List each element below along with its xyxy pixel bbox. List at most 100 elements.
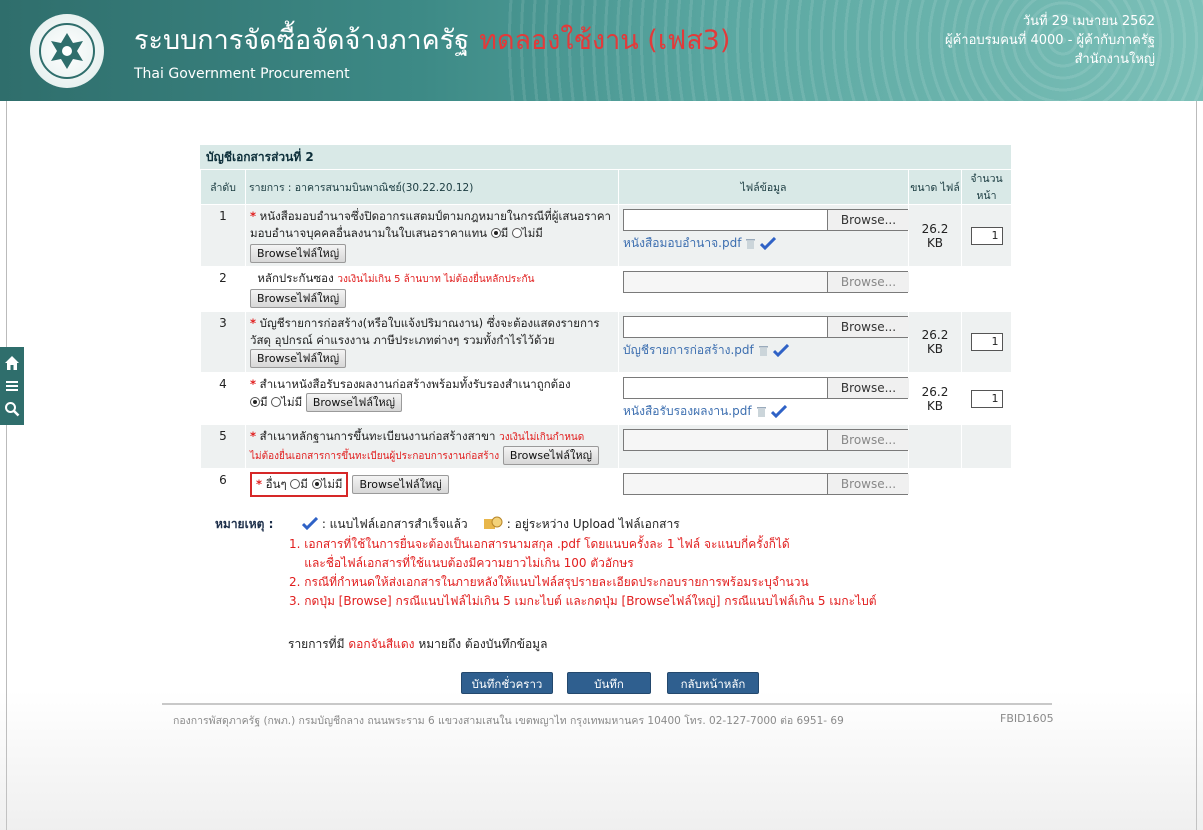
- required-star: *: [250, 429, 257, 443]
- page-count-input[interactable]: 1: [970, 226, 1003, 245]
- table-row: 2 หลักประกันซอง วงเงินไม่เกิน 5 ล้านบาท …: [200, 266, 1012, 312]
- system-subtitle: Thai Government Procurement: [134, 66, 350, 82]
- item-text: บัญชีรายการก่อสร้าง(หรือใบแจ้งปริมาณงาน)…: [250, 316, 600, 347]
- required-legend: รายการที่มี ดอกจันสีแดง หมายถึง ต้องบันท…: [288, 635, 547, 654]
- panel-title: บัญชีเอกสารส่วนที่ 2: [200, 145, 1011, 169]
- uploaded-file-link[interactable]: หนังสือรับรองผลงาน.pdf: [623, 402, 752, 421]
- note-line: 2. กรณีที่กำหนดให้ส่งเอกสารในภายหลังให้แ…: [289, 575, 809, 589]
- row-file: Browse... หนังสือรับรองผลงาน.pdf: [618, 372, 910, 425]
- delete-icon[interactable]: [745, 237, 756, 250]
- row-number: 2: [200, 266, 246, 312]
- save-button[interactable]: บันทึก: [567, 672, 651, 694]
- item-note: วงเงินไม่เกิน 5 ล้านบาท ไม่ต้องยื่นหลักป…: [337, 274, 535, 285]
- uploading-icon: [483, 516, 503, 529]
- column-header-file: ไฟล์ข้อมูล: [618, 169, 909, 205]
- radio-no-label: ไม่มี: [321, 477, 343, 491]
- note-line: และชื่อไฟล์เอกสารที่ใช้แนบต้องมีความยาวไ…: [289, 556, 634, 570]
- column-header-size: ขนาด ไฟล์: [908, 169, 962, 205]
- file-input[interactable]: Browse...: [623, 209, 910, 231]
- file-input[interactable]: Browse...: [623, 473, 910, 495]
- legend-done-text: : แนบไฟล์เอกสารสำเร็จแล้ว: [321, 517, 468, 531]
- browse-large-file-button[interactable]: Browseไฟล์ใหญ่: [502, 446, 599, 465]
- row-file: Browse... บัญชีรายการก่อสร้าง.pdf: [618, 311, 910, 373]
- required-legend-suffix: หมายถึง ต้องบันทึกข้อมูล: [418, 637, 548, 651]
- item-note: วงเงินไม่เกินกำหนด: [499, 432, 585, 443]
- page-count-cell: 1: [961, 311, 1012, 373]
- browse-large-file-button[interactable]: Browseไฟล์ใหญ่: [250, 289, 347, 308]
- table-row: 3 * บัญชีรายการก่อสร้าง(หรือใบแจ้งปริมาณ…: [200, 311, 1012, 373]
- delete-icon[interactable]: [758, 344, 769, 357]
- menu-icon[interactable]: [3, 377, 21, 395]
- required-star: *: [250, 209, 257, 223]
- document-panel: บัญชีเอกสารส่วนที่ 2 ลำดับ รายการ : อาคา…: [200, 145, 1012, 501]
- required-star: *: [250, 316, 257, 330]
- file-size: [908, 468, 962, 501]
- radio-yes[interactable]: [250, 397, 260, 407]
- radio-yes[interactable]: [490, 228, 501, 238]
- file-input[interactable]: Browse...: [623, 271, 910, 293]
- file-input[interactable]: Browse...: [623, 429, 910, 451]
- other-option-highlight: * อื่นๆ มี ไม่มี: [250, 472, 349, 497]
- row-number: 1: [200, 204, 246, 267]
- back-to-main-button[interactable]: กลับหน้าหลัก: [667, 672, 759, 694]
- browse-button[interactable]: Browse...: [827, 272, 909, 292]
- search-icon[interactable]: [3, 400, 21, 418]
- browse-button[interactable]: Browse...: [827, 378, 909, 398]
- row-item: หลักประกันซอง วงเงินไม่เกิน 5 ล้านบาท ไม…: [245, 266, 619, 312]
- radio-yes-label: มี: [500, 226, 509, 240]
- page-count-cell: [961, 424, 1012, 469]
- browse-button[interactable]: Browse...: [827, 317, 909, 337]
- check-icon: [301, 516, 319, 531]
- background-silhouette: [0, 690, 1203, 830]
- row-number: 6: [200, 468, 246, 501]
- legend-uploading-text: : อยู่ระหว่าง Upload ไฟล์เอกสาร: [506, 517, 680, 531]
- file-size: [908, 424, 962, 469]
- browse-large-file-button[interactable]: Browseไฟล์ใหญ่: [250, 244, 347, 263]
- home-icon[interactable]: [3, 354, 21, 372]
- row-file: Browse... หนังสือมอบอำนาจ.pdf: [618, 204, 910, 267]
- file-size: 26.2 KB: [908, 204, 962, 267]
- check-icon: [770, 405, 787, 418]
- uploaded-file-link[interactable]: บัญชีรายการก่อสร้าง.pdf: [623, 341, 754, 360]
- page-count-input[interactable]: 1: [970, 333, 1003, 351]
- item-text: หนังสือมอบอำนาจซึ่งปิดอากรแสตมป์ตามกฎหมา…: [250, 209, 611, 240]
- footer-divider: [162, 703, 1052, 705]
- side-nav: [0, 347, 24, 425]
- delete-icon[interactable]: [756, 405, 767, 418]
- item-text: อื่นๆ: [265, 477, 287, 491]
- column-header-item: รายการ : อาคารสนามบินพาณิชย์(30.22.20.12…: [245, 169, 619, 205]
- browse-button[interactable]: Browse...: [827, 430, 909, 450]
- radio-no[interactable]: [511, 228, 522, 238]
- save-draft-button[interactable]: บันทึกชั่วคราว: [461, 672, 553, 694]
- column-header-pages: จำนวน หน้า: [961, 169, 1012, 205]
- page-count-input[interactable]: 1: [970, 389, 1003, 408]
- row-number: 4: [200, 372, 246, 425]
- browse-large-file-button[interactable]: Browseไฟล์ใหญ่: [352, 475, 449, 494]
- row-file: Browse...: [618, 468, 910, 501]
- notes-label: หมายเหตุ :: [215, 517, 274, 531]
- uploaded-file-link[interactable]: หนังสือมอบอำนาจ.pdf: [623, 234, 741, 253]
- file-input[interactable]: Browse...: [623, 316, 910, 338]
- system-title: ระบบการจัดซื้อจัดจ้างภาครัฐ ทดลองใช้งาน (…: [134, 18, 730, 61]
- page-count-cell: [961, 468, 1012, 501]
- browse-button[interactable]: Browse...: [827, 210, 909, 230]
- table-row: 4 * สำเนาหนังสือรับรองผลงานก่อสร้างพร้อม…: [200, 372, 1012, 425]
- page-code: FBID1605: [1000, 712, 1054, 725]
- header-bar: ระบบการจัดซื้อจัดจ้างภาครัฐ ทดลองใช้งาน (…: [0, 0, 1203, 101]
- browse-button[interactable]: Browse...: [827, 474, 909, 494]
- browse-large-file-button[interactable]: Browseไฟล์ใหญ่: [305, 393, 402, 412]
- radio-yes[interactable]: [290, 479, 301, 489]
- browse-large-file-button[interactable]: Browseไฟล์ใหญ่: [250, 349, 347, 368]
- system-title-text: ระบบการจัดซื้อจัดจ้างภาครัฐ: [134, 25, 470, 56]
- user-info: วันที่ 29 เมษายน 2562 ผู้ค้าอบรมคนที่ 40…: [945, 12, 1155, 69]
- required-legend-prefix: รายการที่มี: [288, 637, 345, 651]
- trial-label: ทดลองใช้งาน (เฟส3): [479, 25, 731, 56]
- row-item: * บัญชีรายการก่อสร้าง(หรือใบแจ้งปริมาณงา…: [245, 311, 619, 373]
- page-count-cell: [961, 266, 1012, 312]
- footer-address: กองการพัสดุภาครัฐ (กพภ.) กรมบัญชีกลาง ถน…: [173, 715, 844, 727]
- table-header-row: ลำดับ รายการ : อาคารสนามบินพาณิชย์(30.22…: [200, 169, 1012, 205]
- page-count-cell: 1: [961, 204, 1012, 267]
- radio-no[interactable]: [311, 479, 322, 489]
- radio-no[interactable]: [271, 397, 282, 407]
- file-input[interactable]: Browse...: [623, 377, 910, 399]
